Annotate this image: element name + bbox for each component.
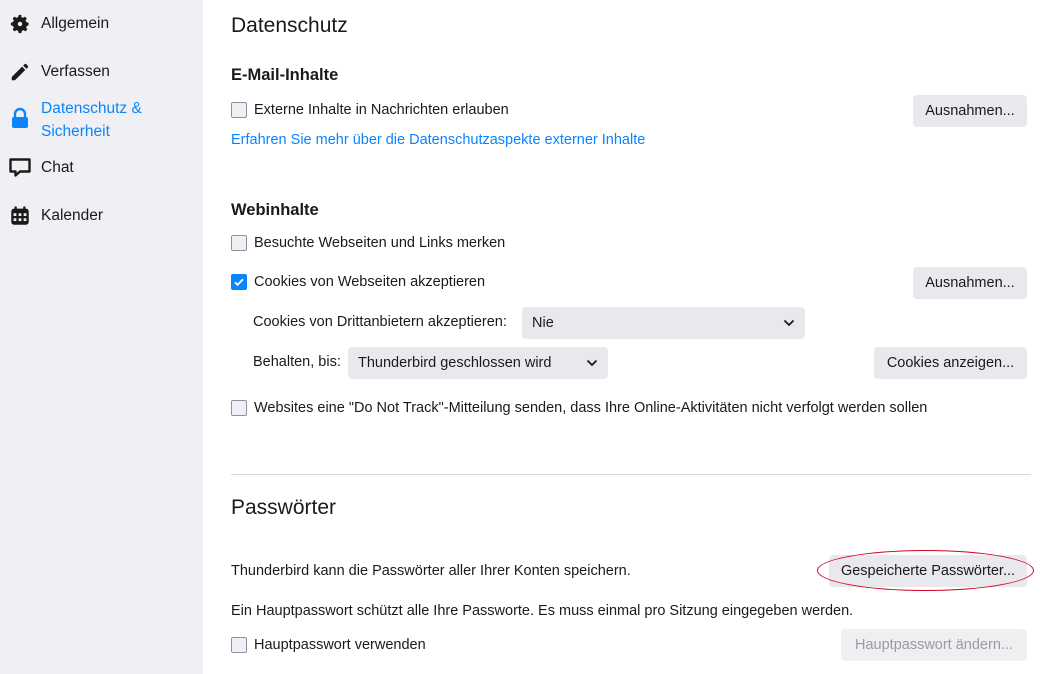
- sidebar-item-datenschutz[interactable]: Datenschutz & Sicherheit: [8, 97, 161, 143]
- dnt-label: Websites eine "Do Not Track"-Mitteilung …: [254, 400, 928, 416]
- third-party-select-value: Nie: [532, 315, 554, 331]
- privacy-title: Datenschutz: [231, 14, 348, 37]
- history-label: Besuchte Webseiten und Links merken: [254, 235, 506, 251]
- remote-content-row[interactable]: Externe Inhalte in Nachrichten erlauben: [231, 102, 509, 118]
- change-master-password-button[interactable]: Hauptpasswort ändern...: [841, 629, 1027, 661]
- sidebar-item-label: Datenschutz & Sicherheit: [41, 100, 142, 140]
- sidebar: Allgemein Verfassen Datenschutz & Sicher…: [0, 0, 203, 674]
- sidebar-item-label: Kalender: [41, 207, 104, 224]
- history-checkbox[interactable]: [231, 235, 247, 251]
- use-master-password-checkbox[interactable]: [231, 637, 247, 653]
- cookies-exceptions-button[interactable]: Ausnahmen...: [913, 267, 1027, 299]
- sidebar-item-allgemein[interactable]: Allgemein: [8, 12, 109, 36]
- sidebar-item-label: Chat: [41, 159, 74, 176]
- cookies-label: Cookies von Webseiten akzeptieren: [254, 274, 486, 290]
- dnt-checkbox[interactable]: [231, 400, 247, 416]
- checkmark-icon: [234, 278, 244, 287]
- history-row[interactable]: Besuchte Webseiten und Links merken: [231, 235, 505, 251]
- cookies-checkbox[interactable]: [231, 274, 247, 290]
- sidebar-item-label: Allgemein: [41, 15, 110, 32]
- remote-content-checkbox[interactable]: [231, 102, 247, 118]
- passwords-save-info: Thunderbird kann die Passwörter aller Ih…: [231, 563, 631, 579]
- sidebar-item-verfassen[interactable]: Verfassen: [8, 60, 110, 84]
- learn-more-link[interactable]: Erfahren Sie mehr über die Datenschutzas…: [231, 132, 645, 148]
- dnt-row[interactable]: Websites eine "Do Not Track"-Mitteilung …: [231, 400, 927, 416]
- sidebar-item-kalender[interactable]: Kalender: [8, 204, 103, 228]
- lock-icon: [8, 106, 32, 130]
- passwords-title: Passwörter: [231, 496, 337, 519]
- calendar-icon: [8, 204, 32, 228]
- sidebar-item-label: Verfassen: [41, 63, 110, 80]
- saved-passwords-button[interactable]: Gespeicherte Passwörter...: [829, 555, 1027, 587]
- cookies-row[interactable]: Cookies von Webseiten akzeptieren: [231, 274, 485, 290]
- sidebar-item-chat[interactable]: Chat: [8, 156, 74, 180]
- master-password-info: Ein Hauptpasswort schützt alle Ihre Pass…: [231, 603, 854, 619]
- keep-until-select[interactable]: Thunderbird geschlossen wird: [348, 347, 608, 379]
- email-content-heading: E-Mail-Inhalte: [231, 66, 339, 84]
- remote-content-label: Externe Inhalte in Nachrichten erlauben: [254, 102, 509, 118]
- keep-until-label: Behalten, bis:: [253, 354, 341, 370]
- chevron-down-icon: [586, 355, 598, 371]
- chat-bubble-icon: [8, 156, 32, 180]
- use-master-password-row[interactable]: Hauptpasswort verwenden: [231, 637, 426, 653]
- third-party-label: Cookies von Drittanbietern akzeptieren:: [253, 314, 507, 330]
- web-content-heading: Webinhalte: [231, 201, 319, 219]
- pencil-icon: [8, 60, 32, 84]
- keep-until-select-value: Thunderbird geschlossen wird: [358, 355, 552, 371]
- section-divider: [231, 474, 1031, 475]
- gear-icon: [8, 12, 32, 36]
- email-exceptions-button[interactable]: Ausnahmen...: [913, 95, 1027, 127]
- use-master-password-label: Hauptpasswort verwenden: [254, 637, 426, 653]
- show-cookies-button[interactable]: Cookies anzeigen...: [874, 347, 1027, 379]
- third-party-select[interactable]: Nie: [522, 307, 805, 339]
- chevron-down-icon: [783, 315, 795, 331]
